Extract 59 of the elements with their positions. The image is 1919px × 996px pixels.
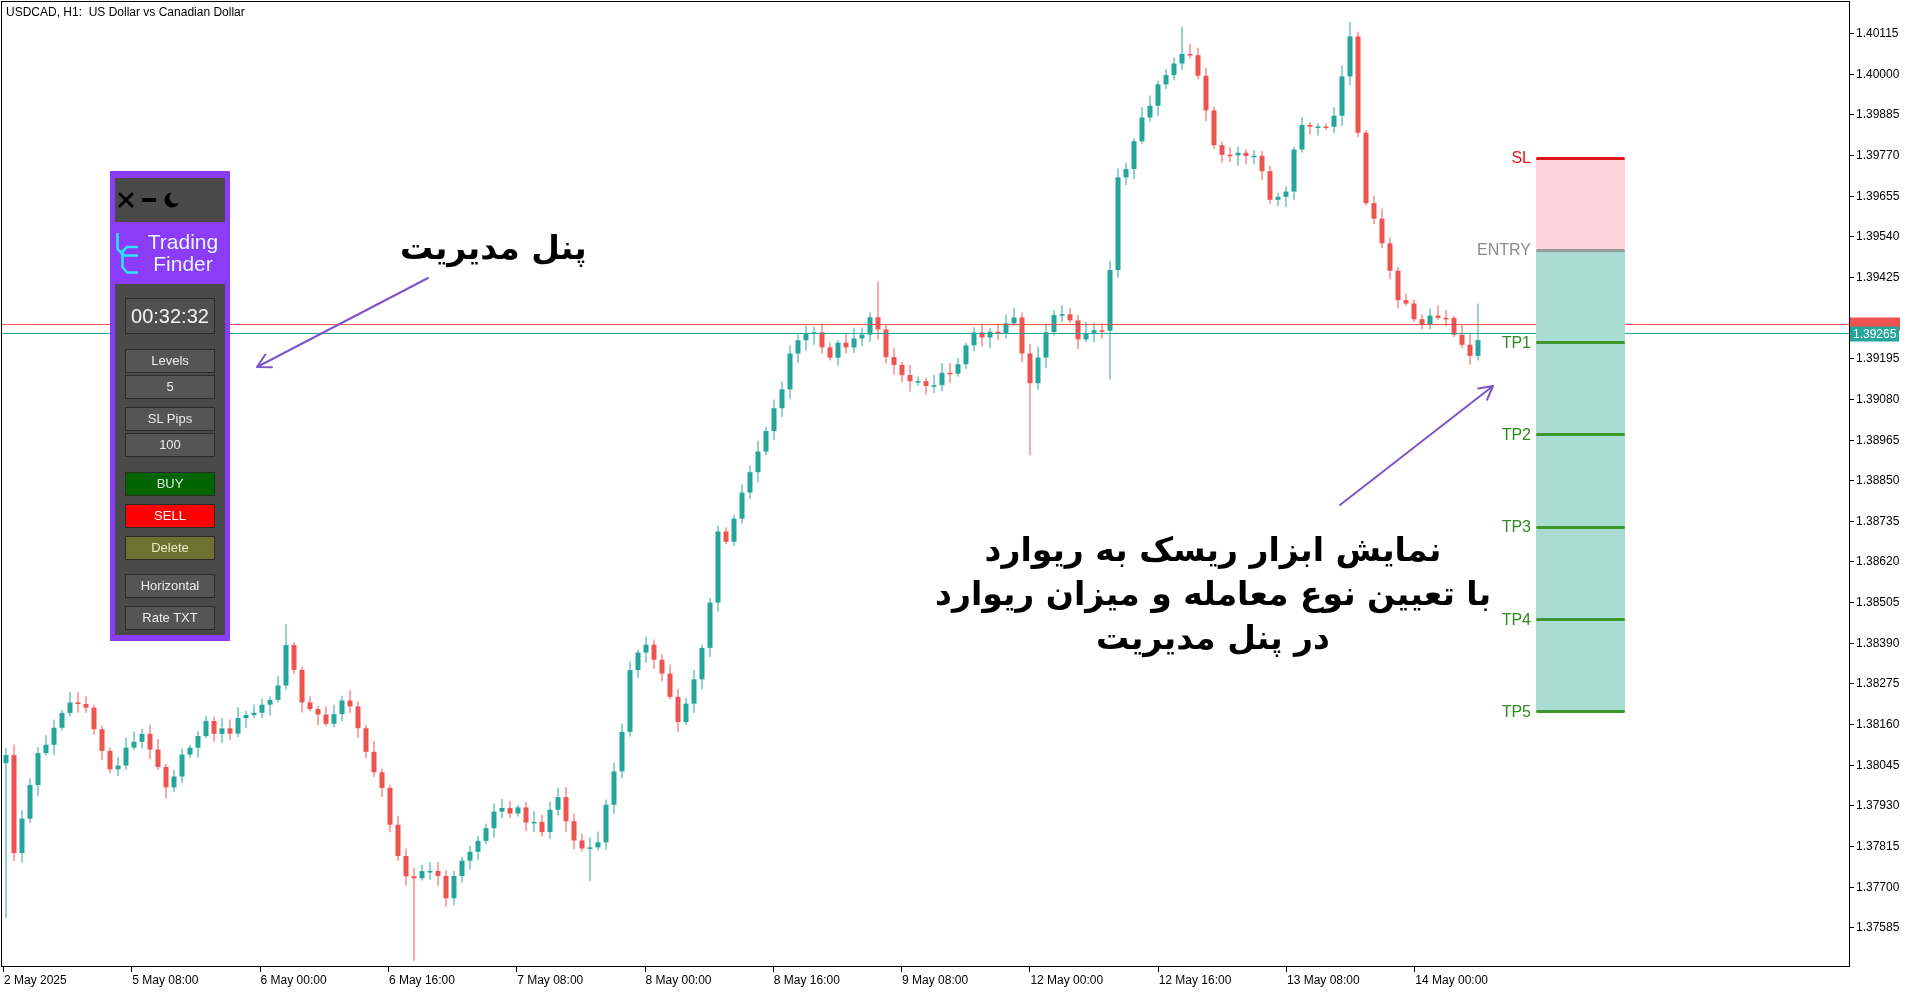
price-axis-label: 1.39080 <box>1856 391 1900 406</box>
price-axis-label: 1.39195 <box>1856 351 1900 366</box>
time-axis-label: 8 May 00:00 <box>645 973 712 987</box>
sell-button[interactable]: SELL <box>125 504 215 528</box>
time-axis-label: 8 May 16:00 <box>773 973 840 987</box>
level-label: TP3 <box>1501 518 1531 537</box>
price-axis-label: 1.38390 <box>1856 635 1900 650</box>
price-axis-label: 1.38965 <box>1856 432 1900 447</box>
price-axis-label: 1.38160 <box>1856 717 1900 732</box>
time-axis-label: 6 May 00:00 <box>260 973 327 987</box>
chart-title: USDCAD, H1: US Dollar vs Canadian Dollar <box>6 5 245 19</box>
price-axis-label: 1.39540 <box>1856 229 1900 244</box>
level-label: TP2 <box>1501 426 1531 444</box>
time-axis-label: 12 May 16:00 <box>1158 973 1232 987</box>
price-axis-label: 1.37700 <box>1856 879 1900 894</box>
level-label: TP1 <box>1501 333 1531 352</box>
level-label: TP4 <box>1501 610 1531 629</box>
time-axis-label: 7 May 08:00 <box>517 973 584 987</box>
price-axis-label: 1.39655 <box>1856 188 1900 203</box>
price-axis-label: 1.39885 <box>1856 107 1900 122</box>
price-axis-label: 1.38620 <box>1856 554 1900 569</box>
price-axis-label: 1.38735 <box>1856 513 1900 528</box>
field-label: SL Pips <box>125 407 215 431</box>
input-field[interactable]: 5 <box>125 375 215 399</box>
field-label: Levels <box>125 349 215 373</box>
option-button[interactable]: Rate TXT <box>125 606 215 630</box>
level-label: TP5 <box>1501 702 1531 721</box>
time-axis-label: 2 May 2025 <box>4 973 67 987</box>
close-icon[interactable] <box>118 192 134 208</box>
option-button[interactable]: Horizontal <box>125 574 215 598</box>
price-axis-label: 1.37930 <box>1856 798 1900 813</box>
price-axis-label: 1.39425 <box>1856 269 1900 284</box>
time-axis-label: 14 May 00:00 <box>1415 973 1488 987</box>
price-axis-label: 1.38045 <box>1856 757 1900 772</box>
price-axis-label: 1.37815 <box>1856 839 1900 853</box>
logo-icon <box>115 231 140 275</box>
price-axis-label: 1.37585 <box>1856 920 1900 935</box>
buy-button[interactable]: BUY <box>125 472 215 496</box>
annotation-label: پنل مدیریت <box>400 227 587 270</box>
price-axis-label: 1.38275 <box>1856 676 1900 691</box>
annotation-caption: نمایش ابزار ریسک به ریوارد با تعیین نوع معامله و میزان ریوارد در پنل مدیریت <box>934 529 1492 660</box>
delete-button[interactable]: Delete <box>125 536 215 560</box>
price-axis-label: 1.40115 <box>1856 26 1899 40</box>
time-axis-label: 5 May 08:00 <box>132 973 199 987</box>
moon-icon[interactable] <box>164 192 179 208</box>
timer-display: 00:32:32 <box>125 298 215 334</box>
level-label: ENTRY <box>1477 241 1531 260</box>
price-axis-label: 1.39770 <box>1856 147 1900 162</box>
price-tag: 1.39265 <box>1850 326 1900 342</box>
input-field[interactable]: 100 <box>125 433 215 457</box>
price-axis-label: 1.38505 <box>1856 595 1900 610</box>
time-axis-label: 13 May 08:00 <box>1287 973 1360 987</box>
time-axis-label: 6 May 16:00 <box>388 973 455 987</box>
price-axis-label: 1.40000 <box>1856 66 1900 81</box>
time-axis-label: 12 May 00:00 <box>1030 973 1104 987</box>
price-axis-label: 1.38850 <box>1856 473 1900 488</box>
level-label: SL <box>1511 149 1531 167</box>
logo-text: Trading Finder <box>146 231 220 275</box>
time-axis-label: 9 May 08:00 <box>902 973 969 987</box>
